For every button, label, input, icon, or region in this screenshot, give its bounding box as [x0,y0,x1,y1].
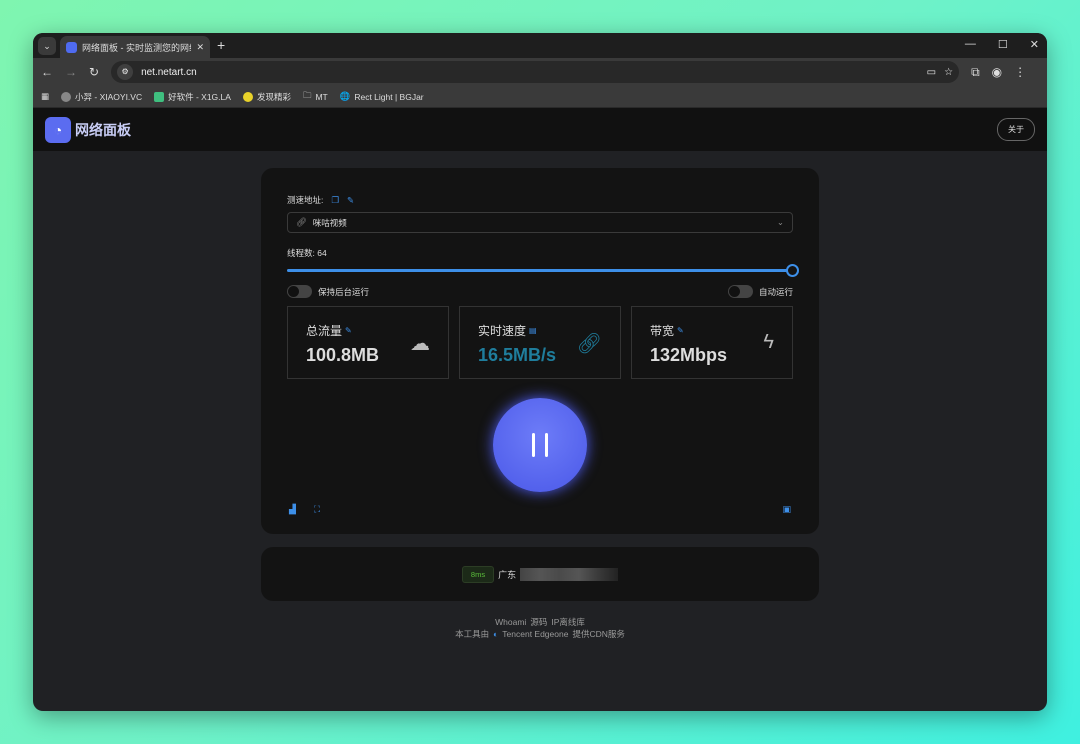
globe-icon: 🌐 [339,91,351,101]
cdn-link[interactable]: Tencent Edgeone [502,629,568,639]
app-logo[interactable]: ◔ 网络面板 [45,116,131,143]
browser-window: ⌄ 网络面板 - 实时监测您的网络状 ✕ + — ☐ ✕ ← → ↻ ⚙ net.n… [33,33,1047,711]
auto-run-toggle[interactable]: 自动运行 [727,285,793,298]
new-tab-button[interactable]: + [217,37,225,53]
lightning-icon: ϟ [763,331,774,353]
link-icon: 🔗︎ [296,217,307,227]
redacted-ip [520,567,619,581]
url-label: 测速地址: [287,195,324,205]
region-text: 广东 [498,569,517,580]
link-icon: 🔗︎ [576,333,602,355]
latency-badge: 8ms [461,565,495,583]
footer-link-ip-db[interactable]: IP离线库 [551,617,585,627]
stat-total-traffic: 总流量 ✎ 100.8MB ☁︎ [287,306,449,379]
edit-icon[interactable]: ✎ [677,326,684,335]
threads-slider[interactable] [287,264,799,277]
footer-link-whoami[interactable]: Whoami [495,617,526,627]
cloud-icon: ☁︎ [410,333,430,355]
bookmark-folder[interactable]: 🗀 MT [303,90,328,104]
profile-avatar[interactable]: ◉ [992,65,1002,79]
tab-search-button[interactable]: ⌄ [38,37,56,55]
app-title: 网络面板 [75,121,131,138]
site-settings-icon[interactable]: ⚙ [117,64,134,80]
cdn-prefix: 本工具由 [455,629,490,639]
minimize-button[interactable]: — [965,38,976,51]
bookmark-label: 好软件 - X1G.LA [168,91,231,102]
toggle-label: 保持后台运行 [318,286,370,297]
footer: Whoami 源码 IP离线库 本工具由 ◐ Tencent Edgeone 提供CDN服… [33,616,1047,640]
bookmark-label: 小羿 - XIAOYI.VC [75,91,143,102]
bookmark-item[interactable]: 发现精彩 [242,91,291,103]
toggle-label: 自动运行 [758,286,793,297]
graph-toggle-icon[interactable]: ▣ [782,504,791,515]
stat-value: 132Mbps [650,345,728,365]
stat-label: 总流量 [306,324,343,338]
stat-label: 带宽 [650,324,675,338]
cdn-suffix: 提供CDN服务 [572,629,625,639]
keep-background-toggle[interactable]: 保持后台运行 [287,285,369,298]
speedometer-icon: ◔ [45,116,71,143]
favicon-icon [66,41,77,53]
bookmark-label: Rect Light | BGJar [354,91,424,102]
calendar-icon[interactable]: ▤ [529,326,537,335]
back-icon[interactable]: ← [41,65,53,79]
maximize-button[interactable]: ☐ [998,38,1008,51]
stat-realtime-speed: 实时速度 ▤ 16.5MB/s 🔗︎ [459,306,621,379]
stat-bandwidth: 带宽 ✎ 132Mbps ϟ [631,306,793,379]
close-tab-icon[interactable]: ✕ [196,42,204,53]
edit-icon[interactable]: ✎ [345,326,352,335]
cast-icon[interactable]: ▭ [927,67,936,78]
threads-label: 线程数: 64 [287,248,327,258]
forward-icon[interactable]: → [65,65,77,79]
bookmark-label: 发现精彩 [256,91,291,102]
tab-active[interactable]: 网络面板 - 实时监测您的网络状 ✕ [60,36,210,58]
slider-thumb[interactable] [786,264,799,277]
menu-icon[interactable]: ⋮ [1014,65,1026,79]
about-button[interactable]: 关于 [997,118,1035,141]
copy-icon[interactable]: ❐ [331,195,339,206]
chevron-down-icon: ⌄ [776,217,784,227]
bookmark-item[interactable]: 小羿 - XIAOYI.VC [61,91,142,103]
folder-icon: 🗀 [302,89,312,100]
toolbar: ← → ↻ ⚙ net.netart.cn ▭ ☆ ⧉ ◉ ⋮ [33,58,1047,86]
bookmarks-bar: ▦ 小羿 - XIAOYI.VC 好软件 - X1G.LA 发现精彩 🗀 MT 🌐… [33,86,1047,108]
edgeone-logo-icon: ◐ [493,629,499,639]
app-header: ◔ 网络面板 关于 [33,108,1047,151]
tab-strip: ⌄ 网络面板 - 实时监测您的网络状 ✕ + — ☐ ✕ [33,33,1047,58]
footer-link-source[interactable]: 源码 [530,617,547,627]
bookmark-label: MT [315,91,328,102]
bookmark-item[interactable]: 🌐 Rect Light | BGJar [340,91,424,102]
edit-icon[interactable]: ✎ [347,195,354,206]
extensions-icon[interactable]: ⧉ [971,65,980,80]
bookmark-star-icon[interactable]: ☆ [944,67,953,78]
address-bar[interactable]: ⚙ net.netart.cn ▭ ☆ [111,61,960,83]
bookmark-item[interactable]: 好软件 - X1G.LA [154,91,231,103]
url-text: net.netart.cn [141,66,197,78]
url-select[interactable]: 🔗︎ 咪咕视频 ⌄ [287,212,793,233]
stat-label: 实时速度 [478,324,527,338]
apps-icon[interactable]: ▦ [41,91,49,102]
chart-icon[interactable]: ▟ [289,504,296,515]
selected-value: 咪咕视频 [312,217,347,228]
tab-title: 网络面板 - 实时监测您的网络状 [82,42,191,53]
speed-test-card: 测速地址: ❐ ✎ 🔗︎ 咪咕视频 ⌄ 线程数: 64 保持后台运行 自动运行 总流量 ✎… [261,168,819,534]
close-window-button[interactable]: ✕ [1030,38,1039,51]
reload-icon[interactable]: ↻ [89,65,99,79]
pause-button[interactable] [493,398,587,492]
fullscreen-icon[interactable]: ⛶ [314,504,320,515]
ping-card: 8ms 广东 [261,547,819,601]
